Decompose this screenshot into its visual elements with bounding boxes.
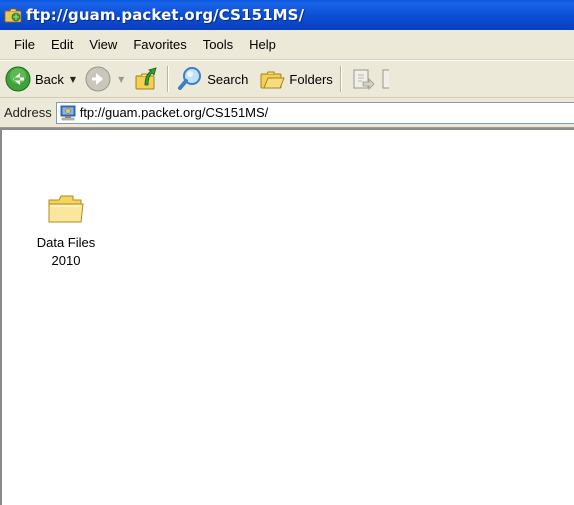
menu-edit[interactable]: Edit — [44, 37, 82, 52]
search-button[interactable]: Search — [174, 62, 250, 96]
explorer-window: ftp://guam.packet.org/CS151MS/ File Edit… — [0, 0, 574, 505]
forward-arrow-icon — [85, 66, 111, 92]
folders-icon — [260, 71, 286, 89]
search-icon — [178, 67, 202, 90]
back-label: Back — [35, 71, 64, 87]
address-bar: Address ftp://guam.packet.org/CS151MS/ — [0, 98, 574, 128]
folder-label-line1: Data Files — [36, 235, 96, 250]
ftp-location-icon — [60, 105, 76, 120]
window-title: ftp://guam.packet.org/CS151MS/ — [26, 6, 305, 24]
title-bar[interactable]: ftp://guam.packet.org/CS151MS/ — [0, 0, 574, 30]
menu-favorites[interactable]: Favorites — [126, 37, 195, 52]
toolbar-separator-2 — [339, 66, 342, 92]
folder-icon — [48, 195, 84, 223]
ftp-folder-icon — [4, 8, 22, 23]
menu-help[interactable]: Help — [242, 37, 285, 52]
folders-button[interactable]: Folders — [256, 62, 334, 96]
back-button[interactable]: Back ▼ — [2, 62, 82, 96]
back-dropdown-icon[interactable]: ▼ — [70, 75, 76, 84]
toolbar-separator — [167, 66, 170, 92]
menu-bar: File Edit View Favorites Tools Help — [0, 30, 574, 60]
copy-to-button[interactable] — [377, 62, 391, 96]
folders-label: Folders — [289, 71, 333, 87]
forward-dropdown-icon[interactable]: ▼ — [118, 75, 124, 84]
address-label: Address — [4, 105, 52, 120]
up-folder-icon — [135, 67, 157, 90]
menu-tools[interactable]: Tools — [196, 37, 242, 52]
forward-button[interactable]: ▼ — [82, 62, 130, 96]
search-label: Search — [207, 71, 249, 87]
copy-to-icon — [382, 69, 389, 89]
folder-item-data-files-2010[interactable]: Data Files 2010 — [28, 192, 104, 270]
folder-label-line2: 2010 — [51, 253, 81, 268]
file-list-pane[interactable]: Data Files 2010 — [0, 128, 574, 505]
move-to-icon — [353, 69, 375, 90]
standard-toolbar: Back ▼ ▼ Search Folders — [0, 60, 574, 98]
menu-file[interactable]: File — [7, 37, 44, 52]
menu-view[interactable]: View — [82, 37, 126, 52]
back-arrow-icon — [5, 66, 31, 92]
address-input[interactable]: ftp://guam.packet.org/CS151MS/ — [55, 101, 574, 124]
up-folder-button[interactable] — [130, 62, 162, 96]
address-value: ftp://guam.packet.org/CS151MS/ — [79, 105, 269, 120]
move-to-button[interactable] — [347, 62, 377, 96]
